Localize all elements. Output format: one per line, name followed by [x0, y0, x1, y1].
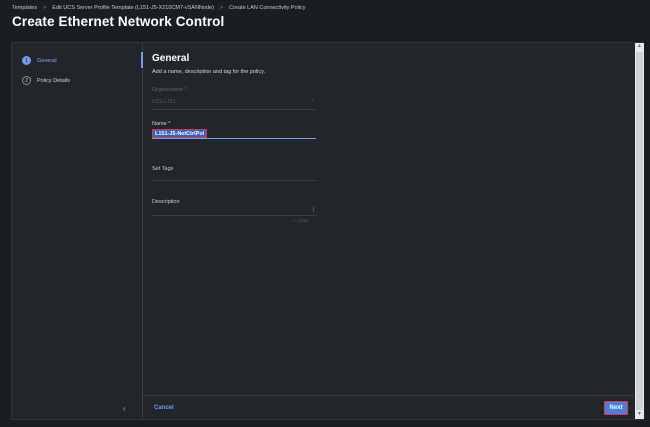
step-general[interactable]: 1 General [22, 56, 57, 65]
resize-handle-icon[interactable]: ⁆ [312, 207, 314, 213]
step-number: 2 [22, 76, 31, 85]
tags-label: Set Tags [152, 166, 174, 172]
general-form: General Add a name, description and tag … [152, 51, 632, 381]
tags-input[interactable] [152, 180, 316, 181]
breadcrumb-item-create-lan-policy[interactable]: Create LAN Connectivity Policy [229, 5, 305, 11]
name-input-value[interactable]: L151-J5-NetCtrlPol [152, 129, 208, 138]
name-label: Name * [152, 121, 171, 127]
chevron-down-icon: ⌄ [310, 97, 316, 103]
form-subtitle: Add a name, description and tag for the … [152, 69, 266, 75]
step-label: General [37, 57, 57, 64]
breadcrumb-item-templates[interactable]: Templates [12, 5, 37, 11]
cancel-button[interactable]: Cancel [154, 405, 174, 411]
scrollbar[interactable]: ▲ ▼ [635, 43, 644, 419]
wizard-steps: 1 General 2 Policy Details ‹ [12, 43, 143, 419]
breadcrumb: Templates > Edit UCS Server Profile Temp… [12, 5, 306, 11]
description-char-counter: <= 1024 [292, 218, 309, 223]
breadcrumb-separator: > [219, 5, 224, 11]
step-policy-details[interactable]: 2 Policy Details [22, 76, 70, 85]
description-label: Description [152, 199, 180, 205]
scroll-down-icon[interactable]: ▼ [635, 411, 644, 419]
organization-label: Organization * [152, 87, 187, 93]
organization-select: UCS-L151 [152, 99, 176, 105]
breadcrumb-separator: > [43, 5, 47, 11]
breadcrumb-item-edit-template[interactable]: Edit UCS Server Profile Template (L151-J… [52, 5, 214, 11]
page-title: Create Ethernet Network Control [12, 14, 225, 29]
name-input[interactable]: L151-J5-NetCtrlPol [152, 129, 316, 139]
organization-underline [152, 109, 316, 110]
step-label: Policy Details [37, 77, 71, 84]
wizard-footer: Cancel Next [143, 395, 634, 419]
wizard-panel: 1 General 2 Policy Details ‹ General Add… [11, 42, 644, 420]
chevron-left-icon[interactable]: ‹ [123, 404, 126, 413]
scroll-thumb[interactable] [636, 52, 643, 410]
next-button[interactable]: Next [604, 401, 628, 415]
section-accent-bar [141, 52, 143, 68]
scroll-up-icon[interactable]: ▲ [635, 43, 644, 51]
form-title: General [152, 53, 190, 64]
description-input[interactable] [152, 215, 316, 216]
step-number: 1 [22, 56, 31, 65]
